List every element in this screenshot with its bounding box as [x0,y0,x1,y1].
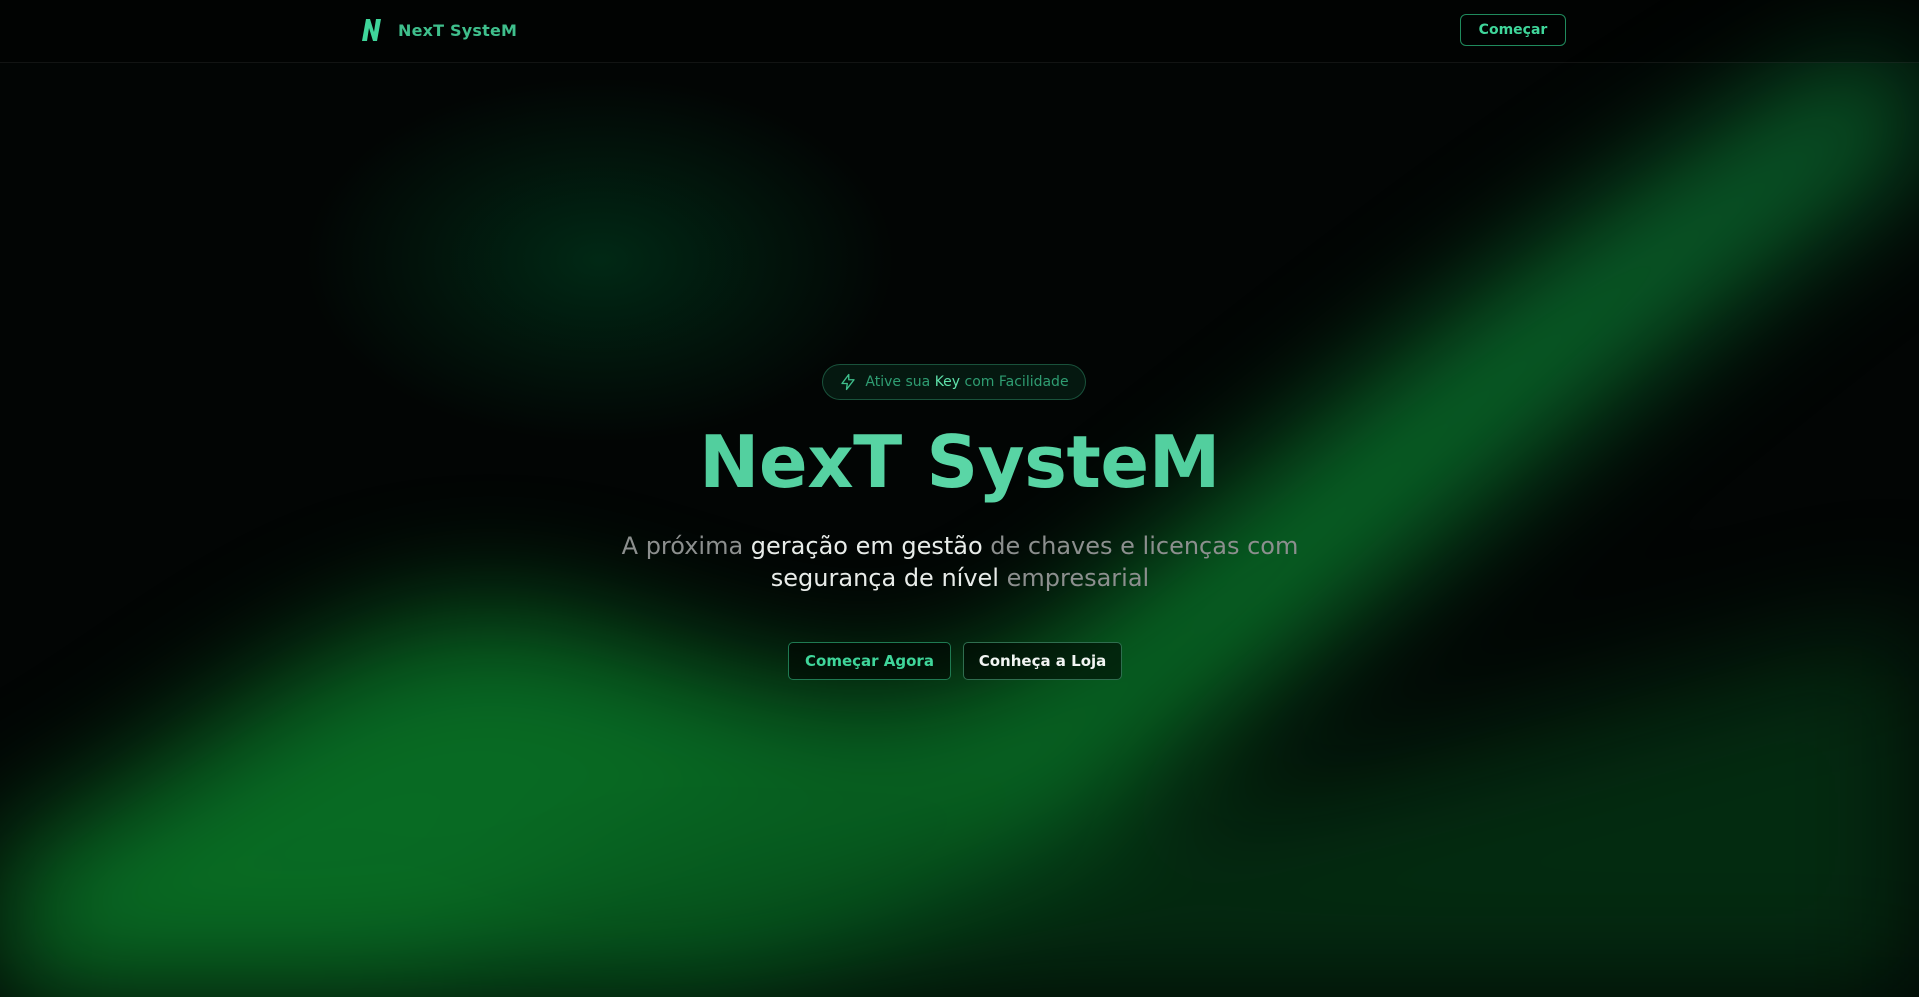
badge-text-highlight: Key [934,374,961,390]
brand-name: NexT SysteM [398,20,518,40]
nav-start-button[interactable]: Começar [1460,14,1566,46]
start-now-button[interactable]: Começar Agora [788,642,951,680]
subtitle-part-5: empresarial [998,564,1150,592]
subtitle-part-3: de chaves e licenças com [982,532,1299,560]
top-navbar: NexT SysteM Começar [0,0,1919,63]
landing-page: NexT SysteM Começar Ative sua Key com Fa… [0,0,1919,997]
brand-link[interactable]: NexT SysteM [360,17,517,43]
subtitle-part-2: geração em gestão [750,532,983,560]
badge-text-suffix: com Facilidade [960,374,1069,390]
badge-text-prefix: Ative sua [865,374,935,390]
hero-subtitle: A próxima geração em gestão de chaves e … [560,530,1360,594]
hero-badge: Ative sua Key com Facilidade [822,364,1086,400]
zap-icon [841,373,856,391]
subtitle-part-4: segurança de nível [770,564,999,592]
visit-store-button[interactable]: Conheça a Loja [963,642,1122,680]
badge-text: Ative sua Key com Facilidade [865,374,1068,390]
hero-section: Ative sua Key com Facilidade NexT SysteM… [0,0,1919,997]
lightning-n-logo-icon [362,19,381,41]
subtitle-part-1: A próxima [621,532,751,560]
hero-title: NexT SysteM [0,420,1919,504]
